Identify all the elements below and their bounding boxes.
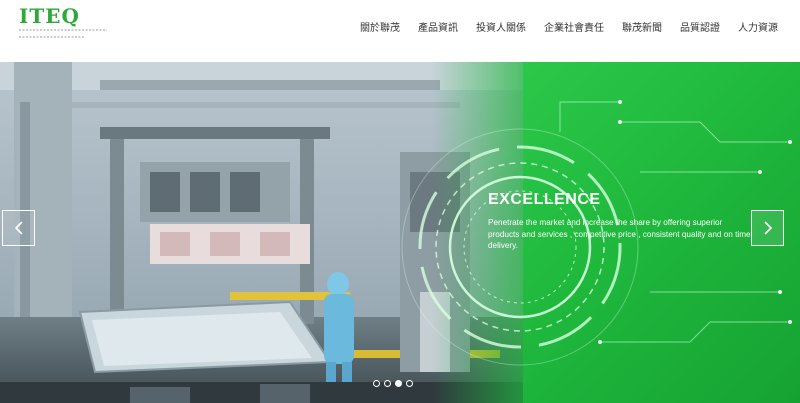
logo-tagline xyxy=(19,27,111,44)
slide-description: Penetrate the market and increase the sh… xyxy=(488,218,751,250)
next-slide-button[interactable] xyxy=(751,210,784,246)
nav-item-about[interactable]: 關於聯茂 xyxy=(360,22,400,36)
slide-pagination xyxy=(373,380,413,387)
slide-caption: EXCELLENCE Penetrate the market and incr… xyxy=(488,190,753,252)
nav-item-quality[interactable]: 品質認證 xyxy=(680,22,720,36)
slide-title: EXCELLENCE xyxy=(488,191,601,208)
main-nav: 關於聯茂 產品資訊 投資人關係 企業社會責任 聯茂新聞 品質認證 人力資源 xyxy=(360,22,778,36)
nav-item-investors[interactable]: 投資人關係 xyxy=(476,22,526,36)
nav-item-news[interactable]: 聯茂新聞 xyxy=(622,22,662,36)
hero-slider: EXCELLENCE Penetrate the market and incr… xyxy=(0,62,800,403)
site-header: ITEQ 關於聯茂 產品資訊 投資人關係 企業社會責任 聯茂新聞 品質認證 人力… xyxy=(0,0,800,62)
chevron-left-icon xyxy=(14,221,23,235)
prev-slide-button[interactable] xyxy=(2,210,35,246)
nav-item-csr[interactable]: 企業社會責任 xyxy=(544,22,604,36)
logo-tagline-graphic xyxy=(19,29,107,38)
logo-wordmark: ITEQ xyxy=(19,4,80,28)
chevron-right-icon xyxy=(763,221,772,235)
slide-dot-3[interactable] xyxy=(395,380,402,387)
slide-dot-2[interactable] xyxy=(384,380,391,387)
nav-item-careers[interactable]: 人力資源 xyxy=(738,22,778,36)
slide-dot-4[interactable] xyxy=(406,380,413,387)
slide-dot-1[interactable] xyxy=(373,380,380,387)
nav-item-products[interactable]: 產品資訊 xyxy=(418,22,458,36)
company-logo[interactable]: ITEQ xyxy=(19,5,111,44)
